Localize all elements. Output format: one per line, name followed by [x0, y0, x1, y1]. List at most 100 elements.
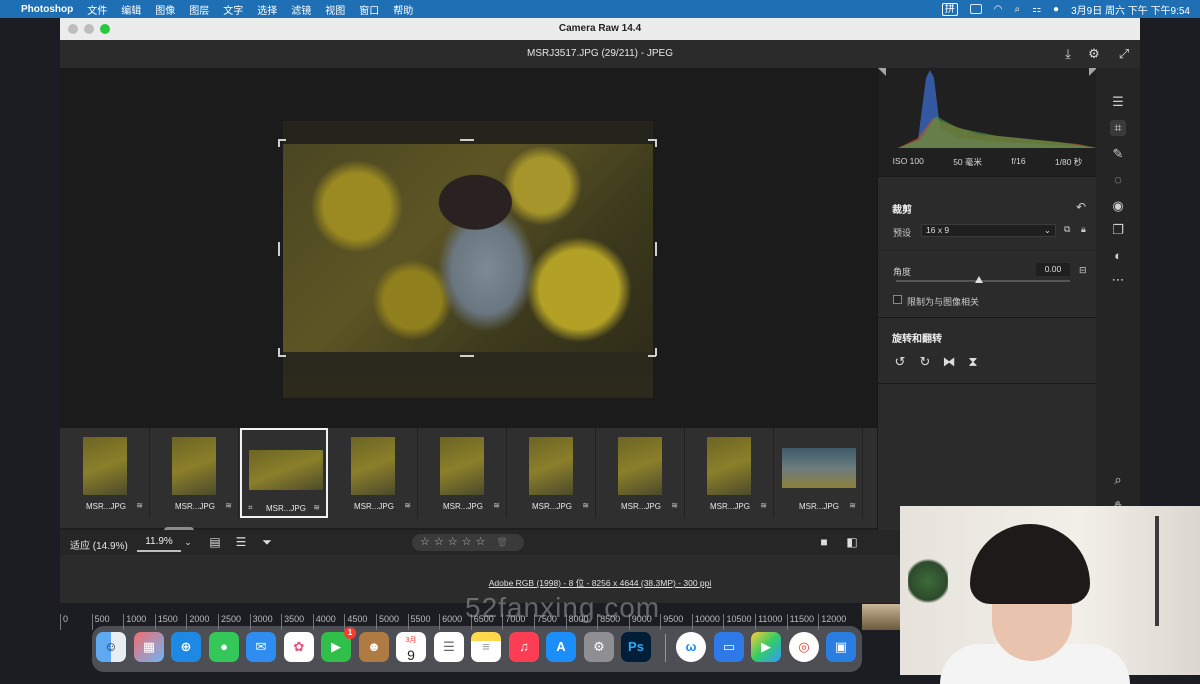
filmstrip-thumb[interactable]: MSR...JPG ≋ — [151, 428, 239, 518]
menu-select[interactable]: 选择 — [250, 2, 284, 17]
media-player-icon[interactable]: ▶ — [751, 632, 781, 662]
filmstrip-thumb[interactable]: MSR...JPG ≋ — [419, 428, 507, 518]
rating-stars[interactable]: ☆☆☆☆☆ — [420, 536, 489, 548]
star-rating[interactable]: ☆☆☆☆☆ 🗑︎ — [412, 534, 524, 551]
thumbnail-image — [440, 437, 484, 495]
preview-icon[interactable]: ▣ — [826, 632, 856, 662]
menu-view[interactable]: 视图 — [318, 2, 352, 17]
save-image-icon[interactable]: ⤓ — [1061, 47, 1075, 61]
crop-handle-tl-v[interactable] — [278, 139, 280, 147]
filmstrip-thumb[interactable]: MSR...JPG ≋ — [508, 428, 596, 518]
filmstrip-thumb[interactable]: MSR...JPG ≋ — [775, 428, 863, 518]
chrome-icon[interactable]: ◎ — [789, 632, 819, 662]
input-method-icon[interactable]: 拼 — [941, 2, 958, 16]
single-view-icon[interactable]: ■ — [817, 535, 831, 549]
compare-view-icon[interactable]: ◧ — [845, 535, 859, 549]
filmstrip-options-icon[interactable]: ▤ — [208, 535, 222, 549]
trash-icon[interactable]: 🗑︎ — [496, 537, 507, 547]
zoom-button[interactable] — [100, 24, 110, 34]
fullscreen-icon[interactable]: ⤢ — [1117, 47, 1131, 61]
filmstrip-thumb[interactable]: MSR...JPG ≋ — [686, 428, 774, 518]
crop-handle-top[interactable] — [460, 139, 474, 141]
crop-handle-right[interactable] — [655, 242, 657, 256]
system-settings-icon[interactable]: ⚙ — [584, 632, 614, 662]
filmstrip-thumb[interactable]: MSR...JPG ≋ — [330, 428, 418, 518]
crop-handle-left[interactable] — [278, 242, 280, 256]
zoom-chevron-down-icon[interactable]: ⌄ — [181, 535, 195, 549]
straighten-tool-icon[interactable]: ⊟ — [1079, 265, 1087, 276]
sort-icon[interactable]: ☰ — [234, 535, 248, 549]
menu-app-name[interactable]: Photoshop — [14, 4, 80, 15]
photo-preview[interactable] — [283, 144, 653, 352]
crop-handle-bottom[interactable] — [460, 355, 474, 357]
menu-window[interactable]: 窗口 — [352, 2, 386, 17]
mail-icon[interactable]: ✉ — [246, 632, 276, 662]
w-app-icon[interactable]: ω — [676, 632, 706, 662]
more-icon[interactable]: ⋯ — [1110, 272, 1126, 288]
snapshots-icon[interactable]: ❐ — [1110, 222, 1126, 238]
gear-icon[interactable]: ⚙ — [1087, 47, 1101, 61]
siri-icon[interactable]: ● — [1053, 4, 1059, 15]
battery-icon[interactable] — [969, 4, 982, 14]
rotate-left-icon[interactable]: ↺ — [893, 355, 907, 369]
menu-edit[interactable]: 编辑 — [114, 2, 148, 17]
keynote-icon[interactable]: ▭ — [714, 632, 744, 662]
filmstrip-thumb[interactable]: MSR...JPG ≋ — [62, 428, 150, 518]
flip-horizontal-icon[interactable]: ⧓ — [942, 355, 956, 369]
menu-help[interactable]: 帮助 — [386, 2, 420, 17]
constrain-checkbox[interactable] — [893, 295, 902, 304]
minimize-button[interactable] — [84, 24, 94, 34]
photos-icon[interactable]: ✿ — [284, 632, 314, 662]
menubar-clock[interactable]: 3月9日 周六 下午 下午9:54 — [1065, 2, 1200, 17]
zoom-tool-icon[interactable]: ⌕ — [1110, 472, 1126, 488]
window-title: Camera Raw 14.4 — [558, 23, 642, 34]
crop-handle-bl-v[interactable] — [278, 348, 280, 356]
filmstrip-thumb-selected[interactable]: ⌗ MSR...JPG ≋ — [240, 428, 328, 518]
reset-crop-icon[interactable]: ↶ — [1076, 200, 1086, 214]
preset-select[interactable]: 16 x 9 ⌄ — [921, 224, 1056, 237]
masking-icon[interactable]: ◌ — [1110, 172, 1126, 188]
messages-icon[interactable]: ● — [209, 632, 239, 662]
search-icon[interactable]: ⌕ — [1014, 4, 1020, 15]
notes-icon[interactable]: ≡ — [471, 632, 501, 662]
close-button[interactable] — [68, 24, 78, 34]
filmstrip-thumb[interactable]: MSR...JPG ≋ — [597, 428, 685, 518]
red-eye-icon[interactable]: ◉ — [1110, 198, 1126, 214]
crop-handle-tr-v[interactable] — [655, 139, 657, 147]
finder-icon[interactable]: ☺ — [96, 632, 126, 662]
presets-icon[interactable]: ◐ — [1110, 248, 1126, 264]
menu-layer[interactable]: 图层 — [182, 2, 216, 17]
music-icon[interactable]: ♫ — [509, 632, 539, 662]
calendar-icon[interactable]: 3月 9 — [396, 632, 426, 662]
reminders-icon[interactable]: ☰ — [434, 632, 464, 662]
angle-slider-thumb[interactable] — [975, 276, 983, 283]
angle-slider-track[interactable] — [896, 280, 1070, 282]
photoshop-icon[interactable]: Ps — [621, 632, 651, 662]
facetime-icon[interactable]: ▶ 1 — [321, 627, 356, 662]
control-center-icon[interactable]: ⚏ — [1032, 4, 1041, 15]
flip-vertical-icon[interactable]: ⧗ — [966, 355, 980, 369]
rotate-right-icon[interactable]: ↻ — [918, 355, 932, 369]
edit-sliders-icon[interactable]: ☰ — [1110, 94, 1126, 110]
crop-handle-br-v[interactable] — [655, 348, 657, 356]
app-store-icon[interactable]: A — [546, 632, 576, 662]
wifi-icon[interactable]: ◠ — [994, 4, 1003, 15]
menu-image[interactable]: 图像 — [148, 2, 182, 17]
menu-type[interactable]: 文字 — [216, 2, 250, 17]
zoom-fit-button[interactable]: 适应 (14.9%) — [70, 537, 128, 552]
flip-orientation-icon[interactable]: ⧉ — [1064, 224, 1070, 235]
filter-icon[interactable]: ⏷ — [260, 535, 274, 549]
image-canvas[interactable] — [60, 68, 877, 428]
edit-panel: ISO 100 50 毫米 f/16 1/80 秒 裁剪 ↶ 预设 16 x 9… — [877, 68, 1097, 555]
menu-file[interactable]: 文件 — [80, 2, 114, 17]
launchpad-icon[interactable]: ▦ — [134, 632, 164, 662]
healing-brush-icon[interactable]: ✎ — [1110, 146, 1126, 162]
zoom-level-field[interactable]: 11.9% — [137, 533, 181, 552]
menu-filter[interactable]: 滤镜 — [284, 2, 318, 17]
angle-input[interactable]: 0.00 — [1036, 263, 1070, 276]
lock-icon[interactable]: 🔒︎ — [1081, 224, 1086, 235]
crop-tool-icon[interactable]: ⌗ — [1110, 120, 1126, 136]
safari-icon[interactable]: ⊕ — [171, 632, 201, 662]
filmstrip[interactable]: MSR...JPG ≋ MSR...JPG ≋ ⌗ MSR...JPG ≋ MS… — [60, 428, 877, 534]
contacts-icon[interactable]: ☻ — [359, 632, 389, 662]
